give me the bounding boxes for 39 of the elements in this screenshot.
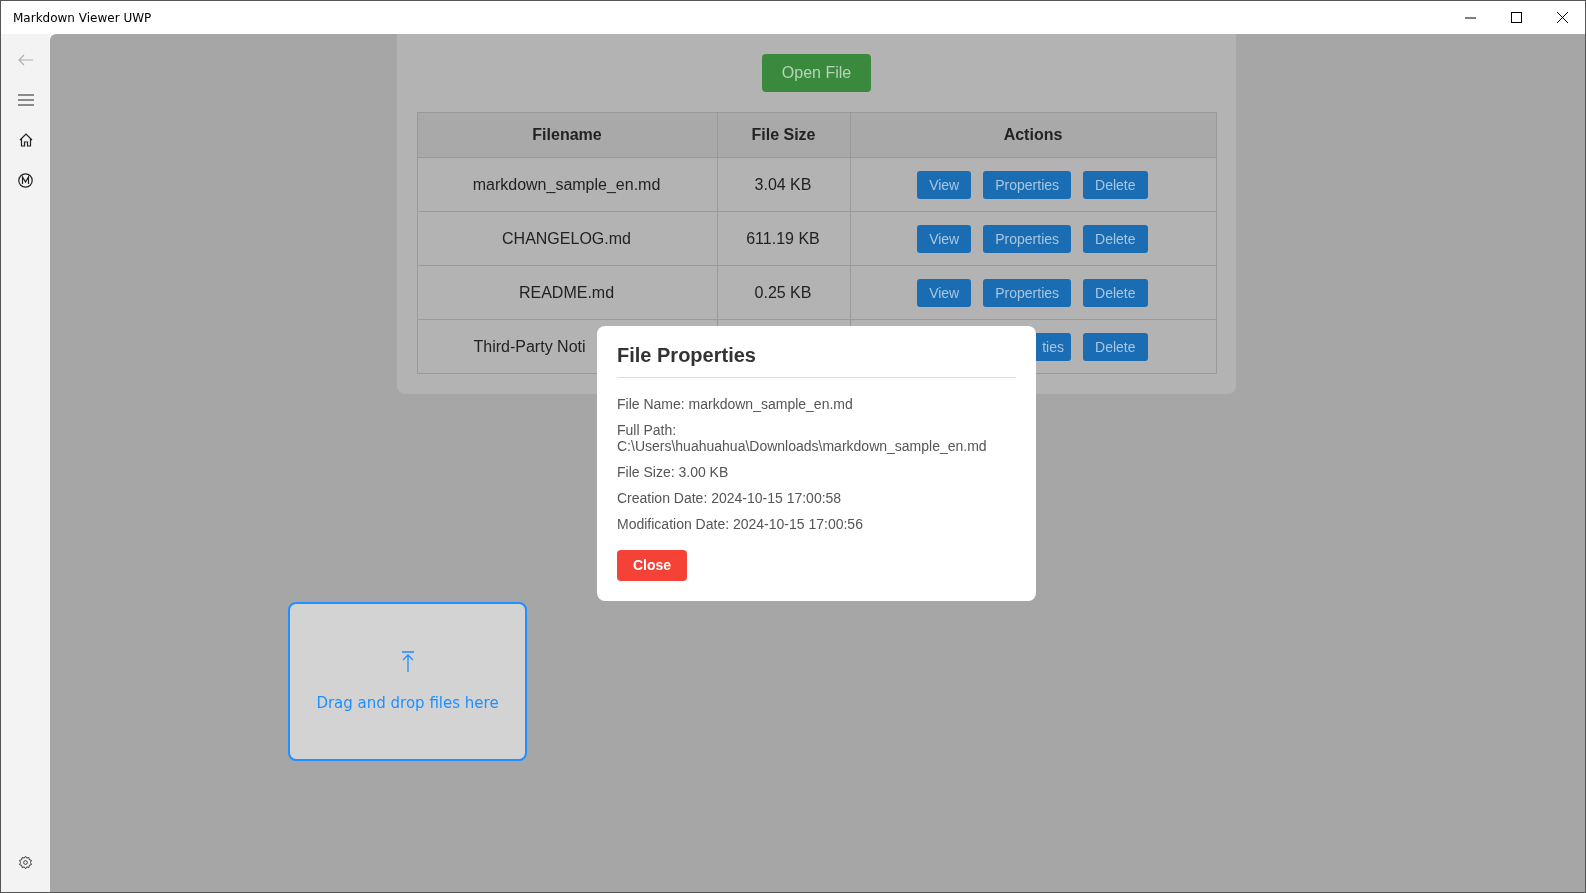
drop-zone[interactable]: Drag and drop files here xyxy=(288,602,527,761)
settings-icon xyxy=(18,854,33,870)
view-button[interactable]: View xyxy=(917,170,972,199)
back-arrow-icon xyxy=(17,54,34,66)
close-icon xyxy=(1556,12,1568,23)
home-icon xyxy=(18,133,33,147)
file-size-cell: 611.19 KB xyxy=(717,211,850,266)
filename-cell: CHANGELOG.md xyxy=(417,211,717,266)
window-title: Markdown Viewer UWP xyxy=(12,10,153,25)
view-button[interactable]: View xyxy=(917,278,972,307)
column-header: File Size xyxy=(717,112,850,158)
file-size-cell: 0.25 KB xyxy=(717,265,850,320)
close-button[interactable]: Close xyxy=(617,549,688,581)
dialog-title: File Properties xyxy=(617,343,1016,378)
upload-arrow-icon xyxy=(400,651,415,672)
delete-button[interactable]: Delete xyxy=(1083,224,1148,253)
column-header: Filename xyxy=(417,112,717,158)
properties-button[interactable]: Properties xyxy=(983,170,1072,199)
property-text: Modification Date: 2024-10-15 17:00:56 xyxy=(617,515,864,532)
column-header: Actions xyxy=(850,112,1216,158)
minimize-icon xyxy=(1464,16,1476,19)
delete-button[interactable]: Delete xyxy=(1083,278,1148,307)
menu-icon xyxy=(17,94,34,106)
view-button[interactable]: View xyxy=(917,224,972,253)
maximize-icon xyxy=(1510,12,1522,23)
file-size-cell: 3.04 KB xyxy=(717,157,850,212)
properties-button[interactable]: Properties xyxy=(983,278,1072,307)
delete-button[interactable]: Delete xyxy=(1083,170,1148,199)
properties-button[interactable]: Properties xyxy=(983,224,1072,253)
delete-button[interactable]: Delete xyxy=(1083,332,1148,361)
filename-cell: markdown_sample_en.md xyxy=(417,157,717,212)
property-text: Creation Date: 2024-10-15 17:00:58 xyxy=(617,489,843,506)
m-circle-icon xyxy=(18,172,33,188)
property-text: Full Path: C:\Users\huahuahua\Downloads\markdown_sample_en.md xyxy=(617,421,988,454)
property-text: File Name: markdown_sample_en.md xyxy=(617,395,854,412)
property-text: File Size: 3.00 KB xyxy=(617,463,730,480)
filename-cell: README.md xyxy=(417,265,717,320)
drop-zone-label: Drag and drop files here xyxy=(316,694,499,712)
open-file-button[interactable]: Open File xyxy=(761,54,872,92)
